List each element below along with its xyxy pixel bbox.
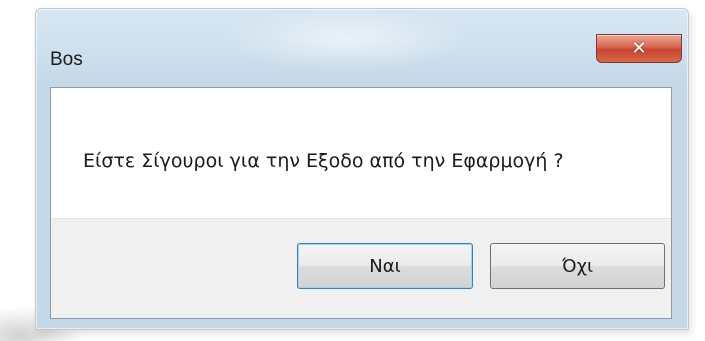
message-area: Είστε Σίγουροι για την Εξοδο από την Εφα… bbox=[51, 88, 671, 218]
title-bar[interactable]: Bos ✕ bbox=[36, 9, 688, 79]
yes-button[interactable]: Ναι bbox=[297, 243, 473, 289]
message-dialog: Bos ✕ Είστε Σίγουροι για την Εξοδο από τ… bbox=[35, 8, 689, 330]
close-icon: ✕ bbox=[631, 38, 647, 59]
close-button[interactable]: ✕ bbox=[596, 34, 682, 63]
window-title: Bos bbox=[50, 49, 83, 70]
no-button[interactable]: Όχι bbox=[490, 243, 665, 289]
button-bar: Ναι Όχι bbox=[51, 218, 671, 318]
dialog-body: Είστε Σίγουροι για την Εξοδο από την Εφα… bbox=[50, 87, 672, 319]
dialog-message: Είστε Σίγουροι για την Εξοδο από την Εφα… bbox=[83, 150, 564, 172]
title-bar-glow bbox=[196, 9, 496, 79]
